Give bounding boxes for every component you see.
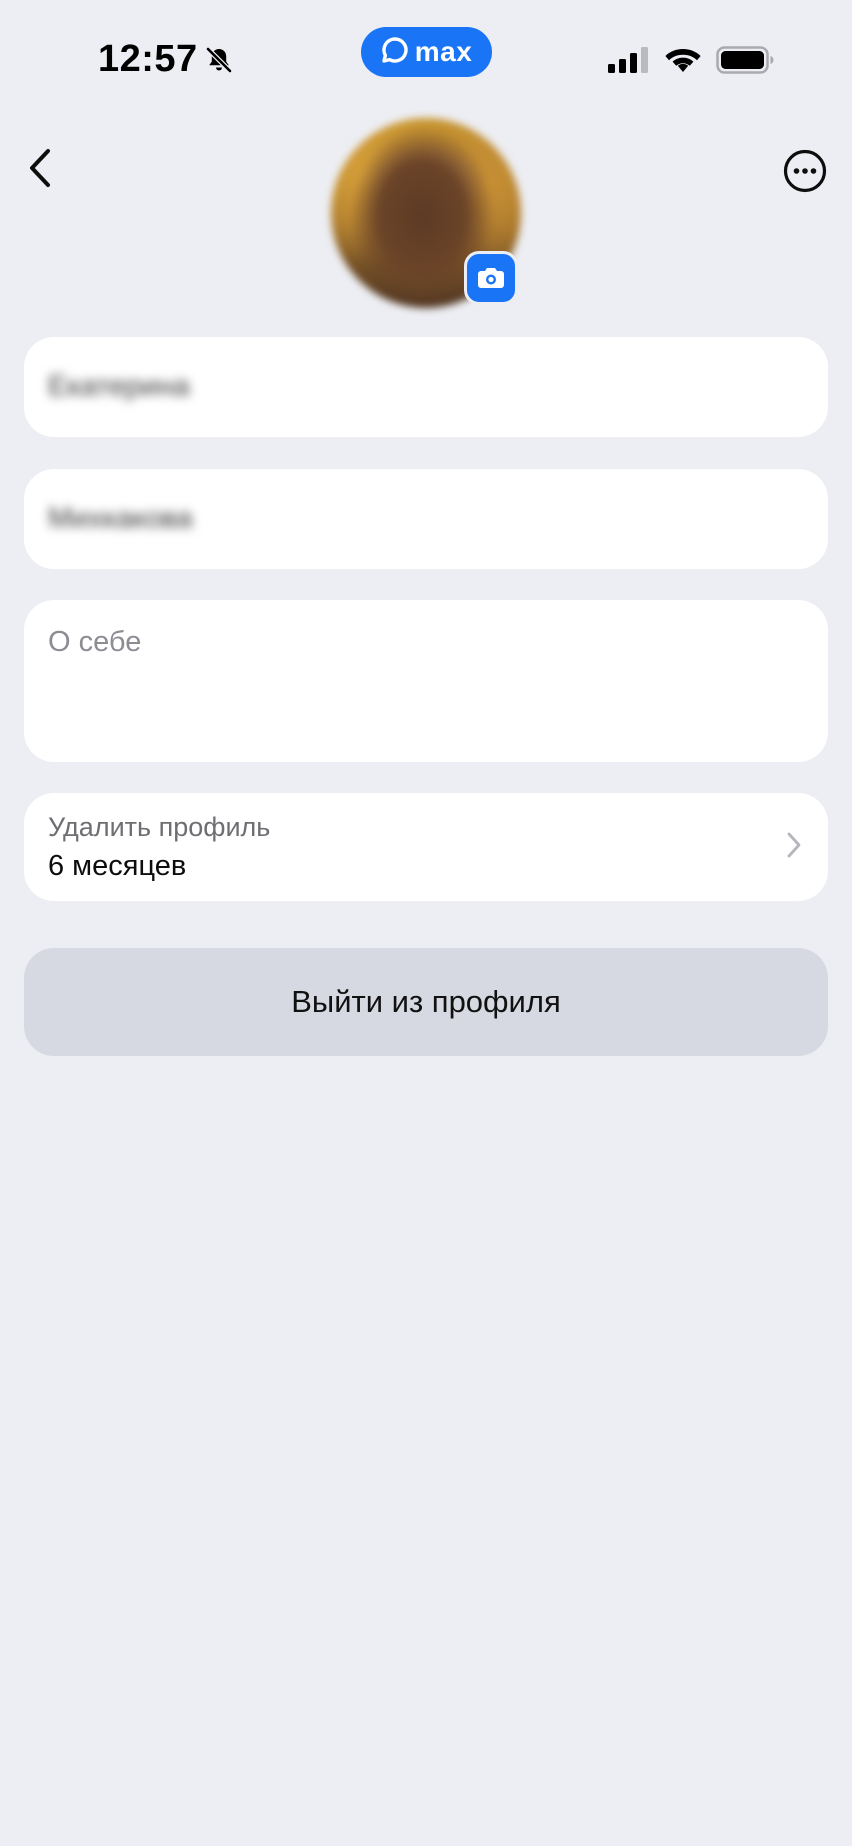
last-name-input[interactable]: Михкакова: [48, 503, 804, 536]
first-name-field[interactable]: Екатерина: [24, 337, 828, 437]
chevron-right-icon: [786, 831, 802, 859]
first-name-value: Екатерина: [48, 370, 190, 403]
ellipsis-circle-icon: [782, 148, 828, 194]
battery-icon: [716, 46, 774, 74]
chevron-left-icon: [27, 148, 53, 193]
wifi-icon: [664, 46, 702, 74]
logout-button[interactable]: Выйти из профиля: [24, 948, 828, 1056]
delete-profile-value: 6 месяцев: [48, 850, 187, 882]
status-time-group: 12:57: [98, 38, 234, 81]
avatar-container: [331, 118, 521, 308]
camera-icon: [477, 266, 505, 290]
delete-profile-label: Удалить профиль: [48, 812, 271, 842]
delete-profile-row[interactable]: Удалить профиль 6 месяцев: [24, 793, 828, 901]
status-indicators: [608, 46, 774, 74]
app-pill-label: max: [414, 36, 473, 67]
about-field[interactable]: О себе: [24, 600, 828, 762]
last-name-value: Михкакова: [48, 502, 193, 535]
status-bar: 12:57 max: [0, 0, 852, 110]
back-button[interactable]: [18, 146, 62, 194]
last-name-field[interactable]: Михкакова: [24, 469, 828, 569]
about-placeholder: О себе: [48, 626, 142, 658]
first-name-input[interactable]: Екатерина: [48, 371, 804, 404]
max-logo-icon: [381, 36, 409, 69]
status-time: 12:57: [98, 38, 198, 80]
change-photo-button[interactable]: [464, 251, 518, 305]
logout-button-label: Выйти из профиля: [291, 984, 561, 1019]
more-options-button[interactable]: [782, 148, 828, 194]
cellular-signal-icon: [608, 47, 650, 73]
bell-slash-icon: [204, 45, 234, 75]
profile-edit-screen: 12:57 max Екатерина Михкакова О себе Уда…: [0, 0, 852, 1846]
app-indicator-pill[interactable]: max: [361, 27, 492, 77]
